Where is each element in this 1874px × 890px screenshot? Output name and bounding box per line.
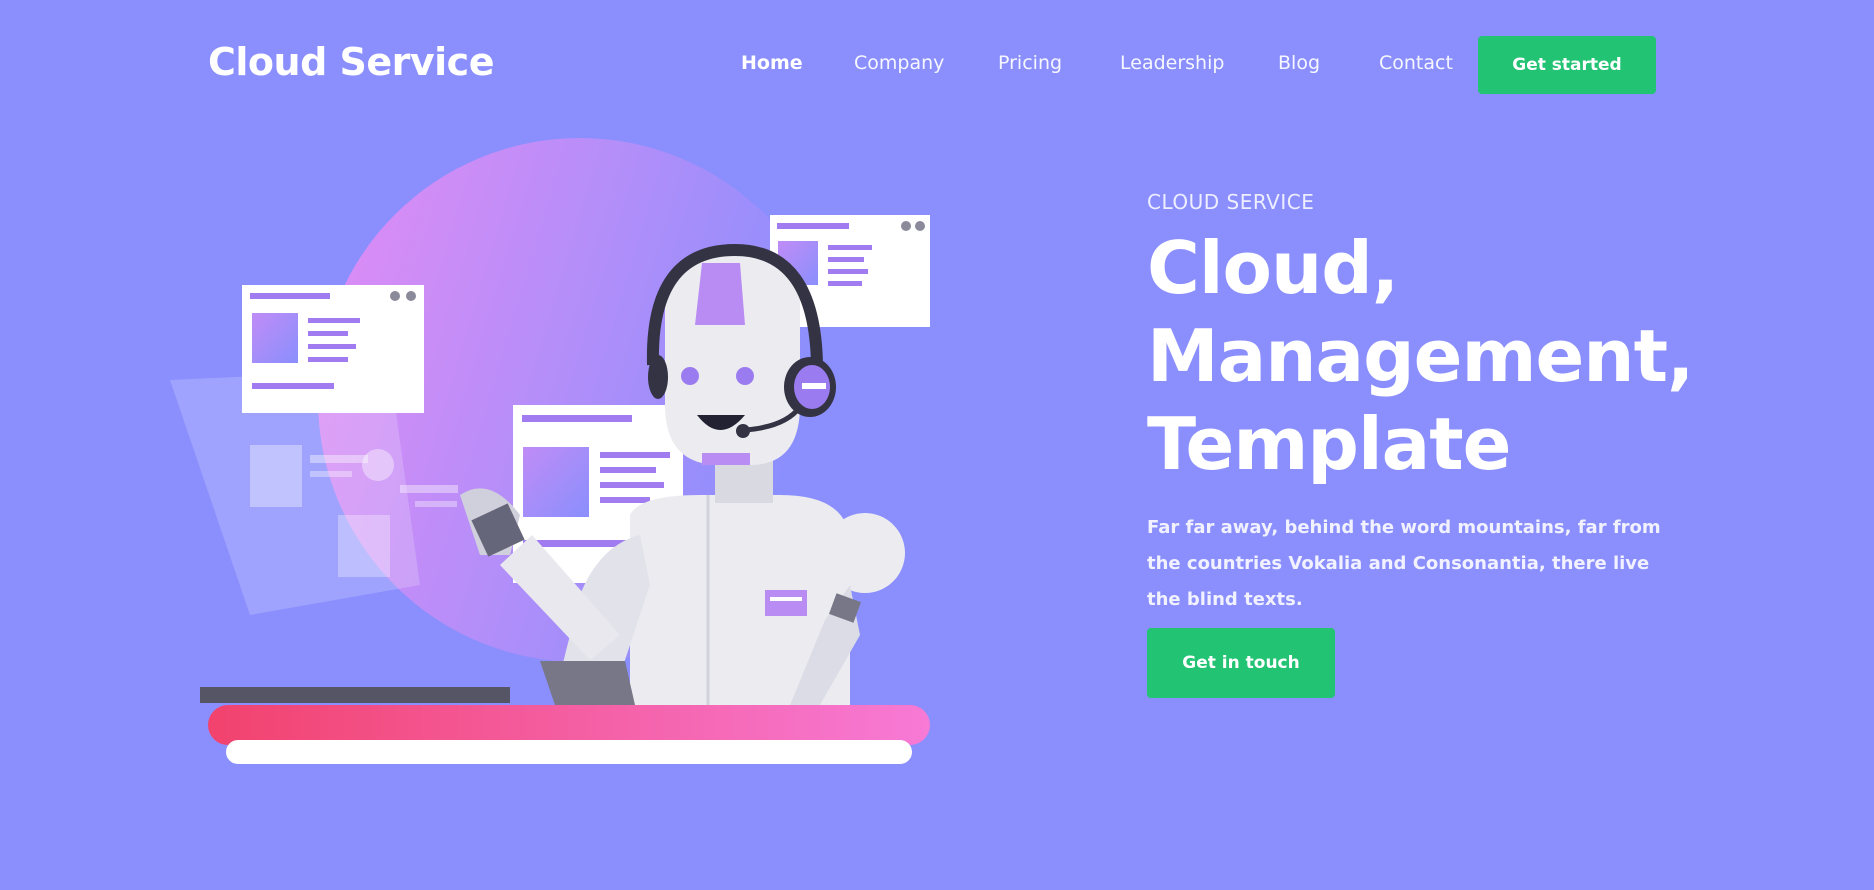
- hero-eyebrow: CLOUD SERVICE: [1147, 190, 1315, 214]
- nav-item-company[interactable]: Company: [854, 52, 944, 74]
- robot-support-agent-illustration: [170, 138, 930, 764]
- headline-line: Cloud,: [1147, 226, 1399, 310]
- hologram-tile: [250, 445, 302, 507]
- top-navigation: Cloud Service Home Company Pricing Leade…: [0, 0, 1874, 130]
- nav-item-pricing[interactable]: Pricing: [998, 52, 1062, 74]
- get-in-touch-button[interactable]: Get in touch: [1147, 628, 1335, 698]
- brand-logo[interactable]: Cloud Service: [208, 40, 494, 84]
- nav-item-home[interactable]: Home: [741, 52, 803, 74]
- nav-item-contact[interactable]: Contact: [1379, 52, 1453, 74]
- hero-headline: Cloud, Management, Template: [1147, 224, 1707, 488]
- window-card-left: [242, 285, 424, 413]
- get-started-button[interactable]: Get started: [1478, 36, 1656, 94]
- headline-line: Template: [1147, 402, 1511, 486]
- nav-item-blog[interactable]: Blog: [1278, 52, 1320, 74]
- hero-description: Far far away, behind the word mountains,…: [1147, 517, 1661, 610]
- desk-top: [208, 705, 930, 745]
- headline-line: Management,: [1147, 314, 1694, 398]
- desk-shelf: [226, 740, 912, 764]
- hero-section: CLOUD SERVICE Cloud, Management, Templat…: [1147, 190, 1707, 636]
- nav-item-leadership[interactable]: Leadership: [1120, 52, 1224, 74]
- hologram-tile: [338, 515, 390, 577]
